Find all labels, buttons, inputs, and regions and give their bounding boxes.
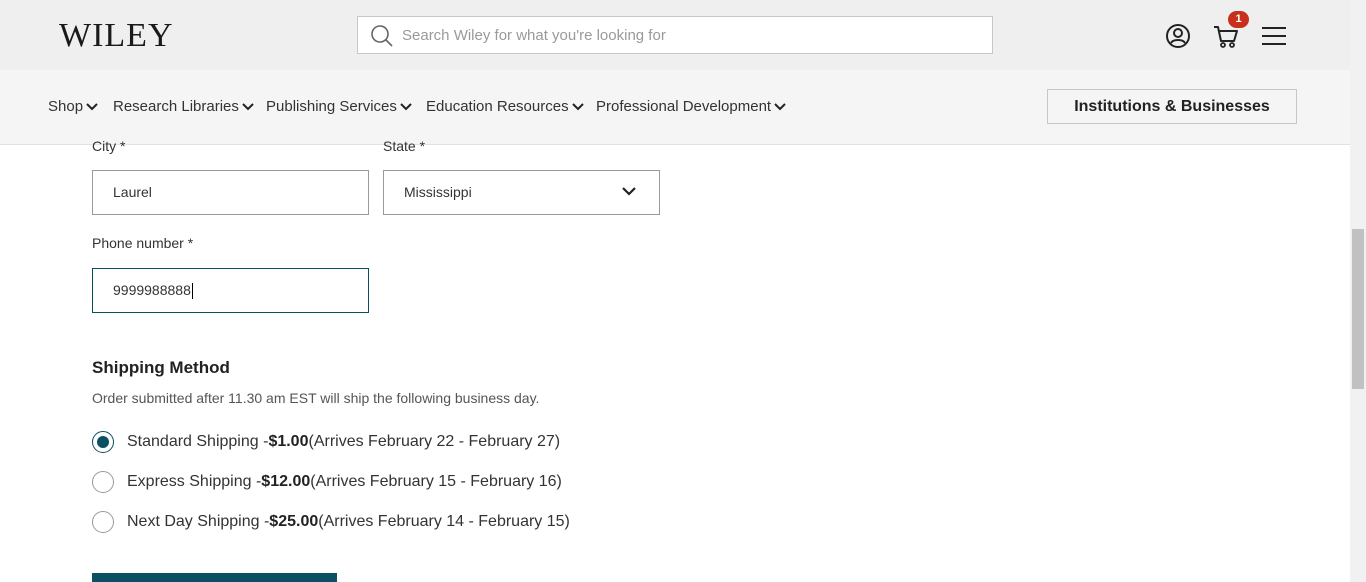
shipping-arrival: (Arrives February 14 - February 15) (318, 513, 570, 530)
cart-count-badge: 1 (1228, 11, 1249, 28)
institutions-businesses-button[interactable]: Institutions & Businesses (1047, 89, 1297, 124)
shipping-note: Order submitted after 11.30 am EST will … (92, 390, 540, 406)
city-label: City * (92, 138, 126, 154)
nav-item-label: Shop (48, 98, 84, 115)
shipping-name: Standard Shipping - (127, 433, 269, 450)
state-select[interactable]: Mississippi (383, 170, 660, 215)
shipping-price: $25.00 (269, 513, 319, 530)
chevron-down-icon (400, 102, 412, 110)
nav-item-label: Research Libraries (113, 98, 239, 115)
text-cursor (191, 283, 193, 300)
main-nav: Shop Research Libraries Publishing Servi… (0, 70, 1350, 145)
state-label: State * (383, 138, 426, 154)
search-icon[interactable] (370, 24, 394, 48)
radio-button[interactable] (92, 431, 114, 453)
search-input[interactable] (402, 18, 982, 52)
state-value: Mississippi (404, 184, 472, 200)
city-value: Laurel (113, 184, 152, 200)
menu-icon[interactable] (1260, 22, 1288, 50)
nav-item-shop[interactable]: Shop (48, 98, 98, 115)
phone-value: 9999988888 (113, 282, 191, 298)
shipping-method-title: Shipping Method (92, 358, 230, 377)
nav-item-professional-development[interactable]: Professional Development (596, 98, 786, 115)
shipping-name: Express Shipping - (127, 473, 262, 490)
shipping-arrival: (Arrives February 22 - February 27) (308, 433, 561, 450)
phone-label: Phone number * (92, 235, 194, 251)
nav-item-label: Professional Development (596, 98, 772, 115)
scrollbar-thumb[interactable] (1352, 229, 1364, 389)
continue-button[interactable] (92, 573, 337, 582)
chevron-down-icon (571, 102, 584, 110)
chevron-down-icon (242, 102, 254, 110)
chevron-down-icon (774, 102, 786, 110)
shipping-arrival: (Arrives February 15 - February 16) (310, 473, 562, 490)
nav-item-research-libraries[interactable]: Research Libraries (113, 98, 254, 115)
shipping-option-express[interactable]: Express Shipping - $12.00 (Arrives Febru… (92, 471, 562, 493)
top-header: WILEY 1 (0, 0, 1350, 70)
wiley-logo[interactable]: WILEY (59, 18, 174, 54)
shipping-name: Next Day Shipping - (127, 513, 270, 530)
radio-button[interactable] (92, 471, 114, 493)
shipping-option-standard[interactable]: Standard Shipping - $1.00 (Arrives Febru… (92, 431, 560, 453)
nav-item-education-resources[interactable]: Education Resources (426, 98, 584, 115)
user-icon[interactable] (1164, 22, 1192, 50)
chevron-down-icon (86, 102, 98, 110)
chevron-down-icon (622, 187, 636, 196)
shipping-price: $12.00 (261, 473, 311, 490)
phone-field[interactable]: 9999988888 (92, 268, 369, 313)
shipping-option-next-day[interactable]: Next Day Shipping - $25.00 (Arrives Febr… (92, 511, 570, 533)
search-box[interactable] (357, 16, 993, 54)
shipping-price: $1.00 (268, 433, 309, 450)
radio-button[interactable] (92, 511, 114, 533)
city-field[interactable]: Laurel (92, 170, 369, 215)
nav-item-label: Education Resources (426, 98, 569, 115)
nav-item-publishing-services[interactable]: Publishing Services (266, 98, 412, 115)
nav-item-label: Publishing Services (266, 98, 397, 115)
